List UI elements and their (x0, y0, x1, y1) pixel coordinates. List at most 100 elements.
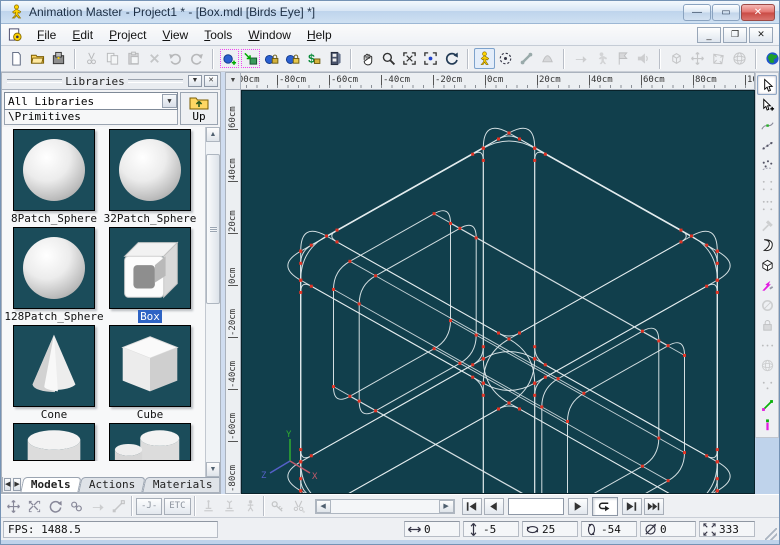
library-film-button[interactable] (324, 48, 345, 69)
item-thumbnail[interactable] (109, 129, 191, 211)
vector-line-button[interactable] (108, 496, 129, 517)
select-add-button[interactable] (757, 95, 777, 115)
library-item-128patch_sphere[interactable]: 128Patch_Sphere (6, 227, 102, 323)
link-chain-button[interactable] (66, 496, 87, 517)
scroll-down-icon[interactable]: ▼ (206, 462, 220, 477)
line-green-button[interactable] (757, 395, 777, 415)
item-thumbnail[interactable] (13, 423, 95, 461)
paste-button[interactable] (123, 48, 144, 69)
mdi-minimize-button[interactable]: _ (697, 27, 721, 43)
item-thumbnail[interactable] (13, 129, 95, 211)
dots-grid2-button[interactable] (757, 195, 777, 215)
maximize-button[interactable]: ▭ (712, 4, 740, 21)
library-item-cone[interactable]: Cone (6, 325, 102, 421)
library-item-cube[interactable]: Cube (102, 325, 198, 421)
menu-window[interactable]: Window (240, 25, 299, 45)
stand2-button[interactable] (219, 496, 240, 517)
ruler-options-button[interactable]: ▼ (225, 72, 241, 90)
panel-pin-button[interactable]: ▼ (188, 75, 202, 87)
translate-manipulator-button[interactable] (3, 496, 24, 517)
j-button[interactable]: -J- (136, 498, 162, 515)
library-locked-button[interactable] (282, 48, 303, 69)
library-up-button[interactable]: Up (180, 92, 218, 125)
timeline-scrollbar[interactable]: ◀▶ (315, 499, 455, 514)
add-point-button[interactable] (757, 115, 777, 135)
key-button[interactable] (267, 496, 288, 517)
pan-hand-button[interactable] (357, 48, 378, 69)
lock-button[interactable] (757, 315, 777, 335)
menu-project[interactable]: Project (101, 25, 154, 45)
zoom-fit-button[interactable] (399, 48, 420, 69)
action-repeat-button[interactable] (570, 48, 591, 69)
dropdown-arrow-icon[interactable]: ▼ (162, 94, 177, 108)
menu-help[interactable]: Help (299, 25, 340, 45)
menu-file[interactable]: File (29, 25, 64, 45)
library-import-button[interactable] (240, 48, 261, 69)
scale-manipulator-button[interactable] (24, 496, 45, 517)
play-button[interactable] (568, 498, 588, 515)
extrude-button[interactable] (757, 255, 777, 275)
scrollbar-track[interactable] (206, 142, 220, 462)
library-item[interactable] (6, 423, 102, 461)
frame-back-button[interactable] (484, 498, 504, 515)
dots-grid-button[interactable] (757, 175, 777, 195)
scrollbar-track[interactable] (331, 500, 439, 513)
flashlight-button[interactable] (757, 275, 777, 295)
item-thumbnail[interactable] (13, 325, 95, 407)
distort-box-button[interactable] (708, 48, 729, 69)
item-thumbnail[interactable] (109, 227, 191, 309)
refresh-button[interactable] (441, 48, 462, 69)
item-thumbnail[interactable] (109, 325, 191, 407)
wireframe-model[interactable]: YZX (242, 91, 755, 493)
circle-tool-button[interactable] (757, 295, 777, 315)
minimize-button[interactable]: — (683, 4, 711, 21)
loop-button[interactable] (592, 497, 618, 516)
end-forward-button[interactable] (644, 498, 664, 515)
library-new-button[interactable] (219, 48, 240, 69)
character-button[interactable] (474, 48, 495, 69)
undo-button[interactable] (165, 48, 186, 69)
tab-actions[interactable]: Actions (78, 477, 146, 492)
frame-field[interactable] (508, 498, 564, 515)
stand-button[interactable] (198, 496, 219, 517)
menu-view[interactable]: View (154, 25, 196, 45)
redo-button[interactable] (186, 48, 207, 69)
action-pose-button[interactable] (591, 48, 612, 69)
library-dollar-button[interactable]: $ (303, 48, 324, 69)
item-thumbnail[interactable] (13, 227, 95, 309)
step-back-button[interactable] (462, 498, 482, 515)
earth-button[interactable] (762, 48, 780, 69)
select-arrow-button[interactable] (757, 75, 777, 95)
library-item-box[interactable]: Box (102, 227, 198, 323)
zoom-selection-button[interactable] (420, 48, 441, 69)
copy-button[interactable] (102, 48, 123, 69)
wire-globe-button[interactable] (757, 355, 777, 375)
scrollbar-thumb[interactable] (206, 154, 220, 304)
points-lasso-button[interactable] (757, 155, 777, 175)
cut-button[interactable] (81, 48, 102, 69)
mdi-restore-button[interactable]: ❐ (723, 27, 747, 43)
model-viewport[interactable]: YZX (241, 90, 755, 494)
delete-button[interactable] (144, 48, 165, 69)
mdi-close-button[interactable]: ✕ (749, 27, 773, 43)
action-repeat-button[interactable] (87, 496, 108, 517)
translate-manipulator-button[interactable] (687, 48, 708, 69)
etc-button[interactable]: ETC (164, 498, 190, 515)
zoom-button[interactable] (378, 48, 399, 69)
dots-row2-button[interactable] (757, 375, 777, 395)
item-thumbnail[interactable] (109, 423, 191, 461)
action-flag-button[interactable] (612, 48, 633, 69)
muscle-button[interactable] (537, 48, 558, 69)
libraries-panel-titlebar[interactable]: Libraries ▼ ✕ (1, 72, 221, 90)
library-dropdown[interactable]: All Libraries ▼ (4, 92, 178, 110)
panel-close-button[interactable]: ✕ (204, 75, 218, 87)
lathe-button[interactable] (757, 235, 777, 255)
menu-edit[interactable]: Edit (64, 25, 101, 45)
tick-magenta-button[interactable] (757, 415, 777, 435)
lattice-globe-button[interactable] (729, 48, 750, 69)
library-scrollbar[interactable]: ▲ ▼ (205, 127, 220, 477)
step-forward-button[interactable] (622, 498, 642, 515)
scroll-left-icon[interactable]: ◀ (316, 500, 331, 513)
rotate-manipulator-button[interactable] (45, 496, 66, 517)
open-folder-button[interactable] (27, 48, 48, 69)
